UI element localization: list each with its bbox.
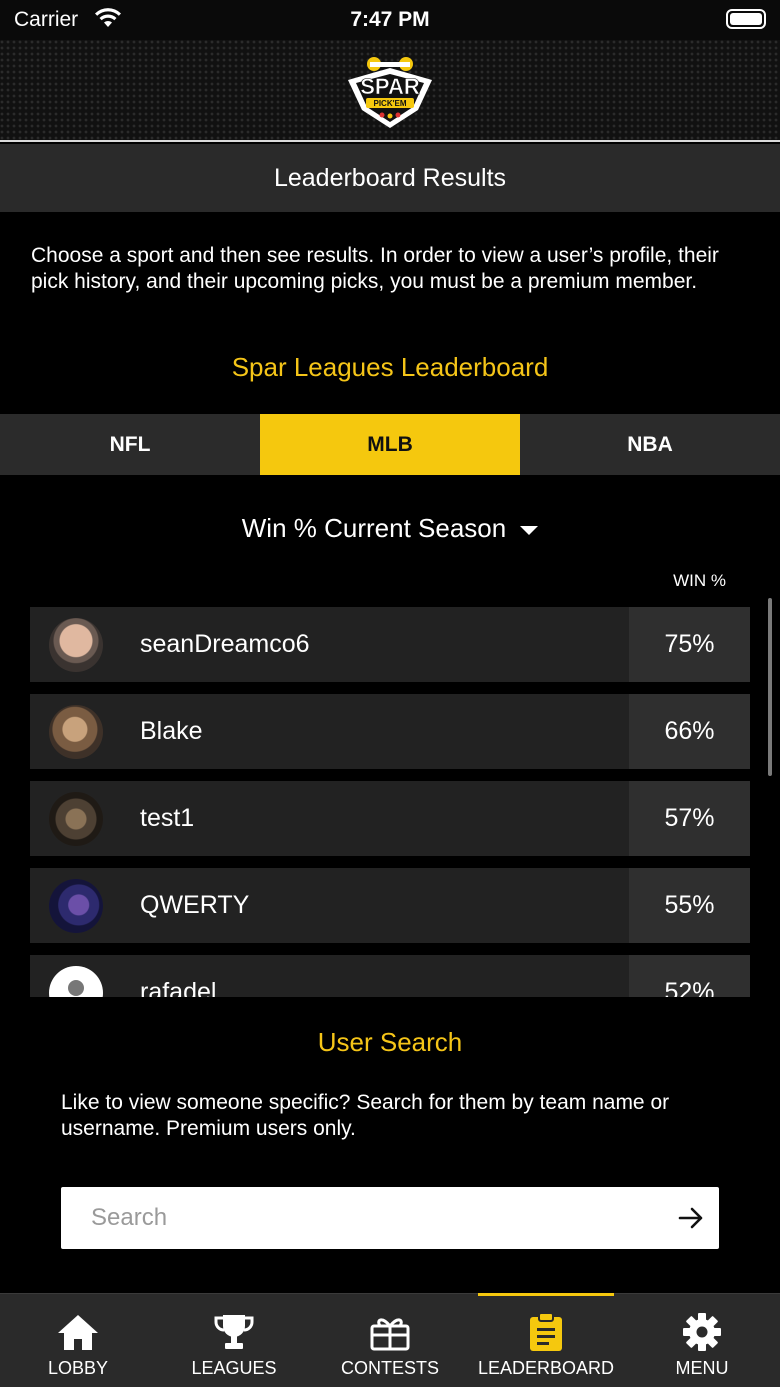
trophy-icon [212,1312,256,1352]
search-box [61,1187,719,1249]
gear-icon [680,1312,724,1352]
username: QWERTY [140,891,250,919]
win-pct: 52% [629,955,750,997]
active-tab-indicator [478,1293,614,1296]
search-input[interactable] [61,1187,661,1249]
logo-text: SPAR [360,74,420,99]
tab-label: MENU [675,1358,729,1378]
tab-menu[interactable]: MENU [624,1294,780,1387]
tab-nba[interactable]: NBA [520,414,780,475]
leaderboard-row[interactable]: seanDreamco6 75% [30,607,750,682]
app-header: SPAR PICK'EM [0,40,780,142]
win-pct: 66% [629,694,750,769]
username: rafadel [140,978,217,997]
clipboard-icon [524,1312,568,1352]
leaderboard-heading: Spar Leagues Leaderboard [231,352,549,382]
sport-tabs: NFL MLB NBA [0,414,780,475]
avatar [49,879,103,933]
title-bar: Leaderboard Results [0,144,780,212]
avatar [49,705,103,759]
intro-text: Choose a sport and then see results. In … [31,244,719,293]
tab-leaderboard[interactable]: LEADERBOARD [468,1293,624,1387]
leaderboard-row[interactable]: rafadel 52% [30,955,750,997]
tab-leagues[interactable]: LEAGUES [156,1294,312,1387]
status-bar: Carrier 7:47 PM [0,0,780,40]
stat-filter-label: Win % Current Season [241,513,507,543]
avatar [49,792,103,846]
tab-label: LEAGUES [191,1358,277,1378]
win-pct-column-header: WIN % [673,571,726,590]
leaderboard-list[interactable]: seanDreamco6 75% Blake 66% test1 57% QWE… [30,607,750,997]
home-icon [56,1312,100,1352]
tab-label: LOBBY [47,1358,109,1378]
tab-label: LEADERBOARD [477,1358,615,1378]
list-scrollbar[interactable] [768,598,772,776]
leaderboard-row[interactable]: test1 57% [30,781,750,856]
user-search-heading: User Search [317,1027,463,1057]
page-title: Leaderboard Results [273,163,507,192]
gift-ticket-icon [368,1312,412,1352]
avatar [49,618,103,672]
bottom-tab-bar: LOBBY LEAGUES CONTESTS LEADERBOARD MENU [0,1293,780,1387]
caret-down-icon [520,526,539,535]
spar-logo[interactable]: SPAR PICK'EM [340,50,440,130]
username: seanDreamco6 [140,630,310,658]
tab-lobby[interactable]: LOBBY [0,1294,156,1387]
stat-filter-dropdown[interactable]: Win % Current Season [0,513,780,544]
battery-icon [726,9,766,29]
default-user-icon [49,966,103,997]
win-pct: 75% [629,607,750,682]
username: Blake [140,717,203,745]
tab-contests[interactable]: CONTESTS [312,1294,468,1387]
tab-mlb[interactable]: MLB [260,414,520,475]
tab-nfl[interactable]: NFL [0,414,260,475]
win-pct: 57% [629,781,750,856]
clock: 7:47 PM [350,8,430,31]
win-pct: 55% [629,868,750,943]
leaderboard-row[interactable]: Blake 66% [30,694,750,769]
logo-subtext: PICK'EM [373,99,406,108]
arrow-right-icon[interactable] [675,1202,707,1234]
username: test1 [140,804,195,832]
tab-label: CONTESTS [340,1358,439,1378]
user-search-description: Like to view someone specific? Search fo… [61,1091,670,1140]
leaderboard-row[interactable]: QWERTY 55% [30,868,750,943]
